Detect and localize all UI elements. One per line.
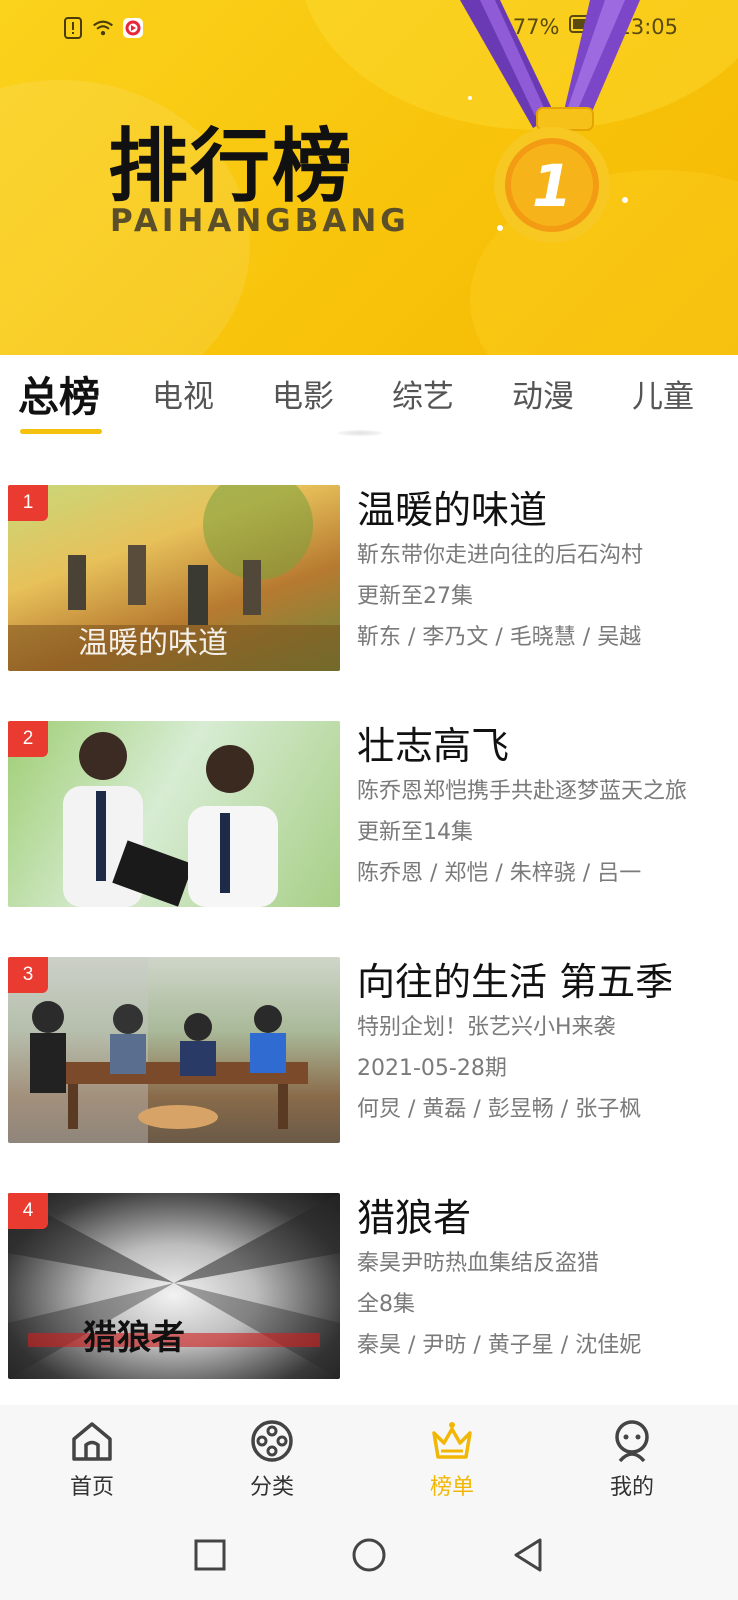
tab-variety[interactable]: 综艺: [392, 371, 454, 416]
nav-mine-label: 我的: [609, 1475, 654, 1500]
back-icon[interactable]: [508, 1535, 548, 1575]
active-tab-indicator: [20, 429, 102, 434]
profile-icon: [615, 1420, 649, 1463]
tab-tv[interactable]: 电视: [152, 371, 214, 416]
poster-image[interactable]: 温暖的味道 1: [8, 485, 340, 671]
medal-number: 1: [532, 152, 572, 220]
film-reel-icon: [251, 1420, 293, 1462]
list-item[interactable]: 3 向往的生活 第五季 特别企划！张艺兴小H来袭 2021-05-28期 何炅 …: [0, 942, 738, 1143]
system-nav-bar: [0, 1515, 738, 1600]
show-description: 靳东带你走进向往的后石沟村: [357, 543, 644, 568]
show-title[interactable]: 壮志高飞: [357, 721, 728, 771]
home-icon: [72, 1422, 112, 1461]
home-circle-icon[interactable]: [349, 1535, 389, 1575]
svg-text:温暖的味道: 温暖的味道: [78, 626, 228, 661]
show-title[interactable]: 猎狼者: [357, 1193, 728, 1243]
rank-badge: 1: [8, 485, 48, 521]
svg-text:猎狼者: 猎狼者: [83, 1318, 185, 1358]
alert-icon: [62, 17, 84, 39]
category-tabs: 总榜 电视 电影 综艺 动漫 儿童: [0, 355, 738, 435]
list-item[interactable]: 2 壮志高飞 陈乔恩郑恺携手共赴逐梦蓝天之旅 更新至14集 陈乔恩 / 郑恺 /…: [0, 706, 738, 907]
nav-ranking[interactable]: 榜单: [392, 1417, 512, 1501]
crown-icon: [432, 1422, 472, 1459]
tab-anime[interactable]: 动漫: [512, 371, 574, 416]
bottom-nav: 首页 分类 榜单 我的: [0, 1405, 738, 1515]
nav-ranking-label: 榜单: [429, 1475, 474, 1500]
nav-home-label: 首页: [69, 1475, 114, 1500]
show-description: 陈乔恩郑恺携手共赴逐梦蓝天之旅: [357, 779, 688, 804]
recent-apps-icon[interactable]: [190, 1535, 230, 1575]
scroll-shadow: [338, 430, 382, 436]
poster-image[interactable]: 3: [8, 957, 340, 1143]
episode-status: 更新至27集: [357, 584, 473, 609]
app-notification-icon: [122, 17, 144, 39]
wifi-icon: [92, 17, 114, 39]
tab-overall[interactable]: 总榜: [18, 363, 100, 423]
nav-category[interactable]: 分类: [212, 1417, 332, 1501]
nav-category-label: 分类: [249, 1475, 294, 1500]
nav-home[interactable]: 首页: [32, 1417, 152, 1501]
cast-list: 何炅 / 黄磊 / 彭昱畅 / 张子枫: [357, 1097, 642, 1122]
cast-list: 秦昊 / 尹昉 / 黄子星 / 沈佳妮: [357, 1333, 642, 1358]
show-description: 秦昊尹昉热血集结反盗猎: [357, 1251, 600, 1276]
rank-badge: 2: [8, 721, 48, 757]
poster-image[interactable]: 猎狼者 4: [8, 1193, 340, 1379]
banner-subtitle: PAIHANGBANG: [110, 203, 410, 239]
list-item[interactable]: 猎狼者 4 猎狼者 秦昊尹昉热血集结反盗猎 全8集 秦昊 / 尹昉 / 黄子星 …: [0, 1178, 738, 1379]
rank-badge: 3: [8, 957, 48, 993]
episode-status: 更新至14集: [357, 820, 473, 845]
cast-list: 陈乔恩 / 郑恺 / 朱梓骁 / 吕一: [357, 861, 642, 886]
medal-icon: 1: [460, 0, 640, 243]
show-description: 特别企划！张艺兴小H来袭: [357, 1015, 616, 1040]
cast-list: 靳东 / 李乃文 / 毛晓慧 / 吴越: [357, 625, 642, 650]
tab-movie[interactable]: 电影: [272, 371, 334, 416]
list-item[interactable]: 温暖的味道 1 温暖的味道 靳东带你走进向往的后石沟村 更新至27集 靳东 / …: [0, 470, 738, 671]
tab-kids[interactable]: 儿童: [632, 371, 694, 416]
header-banner: 77% 13:05 排行榜 PAIHANGBANG 1: [0, 0, 738, 355]
poster-image[interactable]: 2: [8, 721, 340, 907]
banner-title: 排行榜: [108, 120, 354, 213]
show-title[interactable]: 温暖的味道: [357, 485, 728, 535]
nav-mine[interactable]: 我的: [572, 1417, 692, 1501]
episode-status: 2021-05-28期: [357, 1056, 507, 1081]
rank-badge: 4: [8, 1193, 48, 1229]
show-title[interactable]: 向往的生活 第五季: [357, 957, 728, 1007]
episode-status: 全8集: [357, 1292, 415, 1317]
